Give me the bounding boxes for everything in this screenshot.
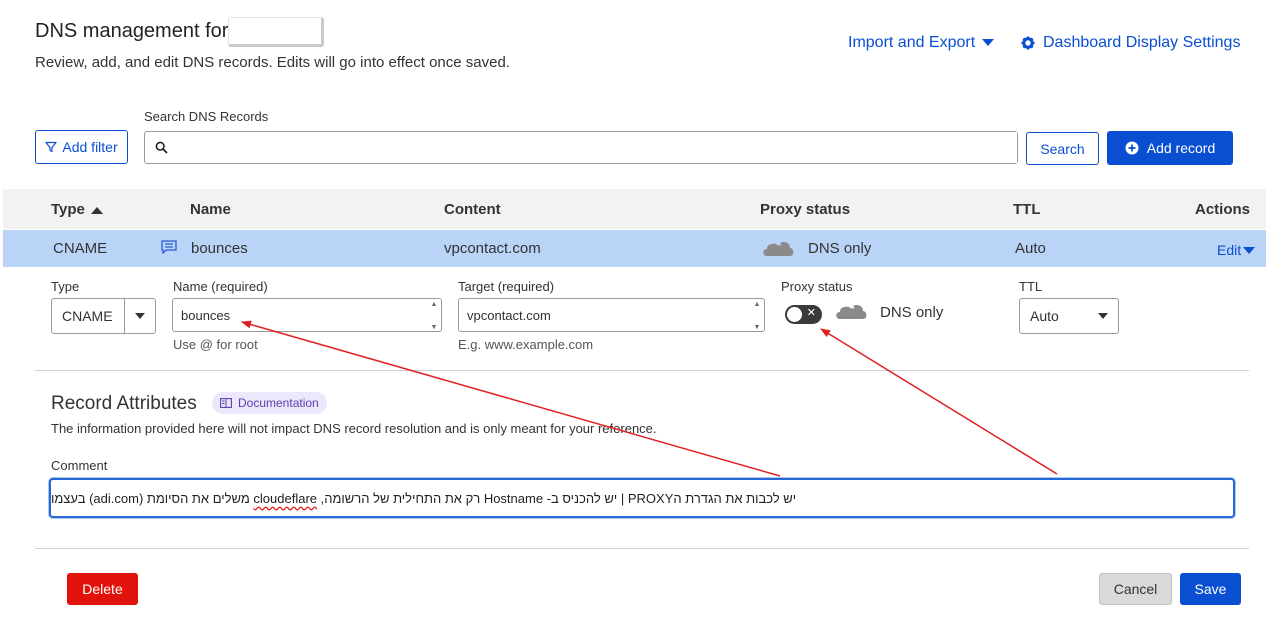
comment-text-part1: יש לכבות את הגדרת הPROXY | יש להכניס ב- …: [317, 490, 797, 506]
row-name: bounces: [191, 240, 248, 257]
name-input-value: bounces: [181, 307, 231, 323]
toggle-knob: [787, 307, 802, 322]
column-type-label: Type: [51, 201, 85, 218]
search-input[interactable]: [174, 132, 1017, 163]
ttl-select[interactable]: Auto: [1019, 298, 1119, 334]
cloud-grey-icon: [762, 241, 794, 256]
type-label: Type: [51, 279, 80, 294]
dashboard-settings-label: Dashboard Display Settings: [1043, 34, 1241, 51]
dashboard-settings-link[interactable]: Dashboard Display Settings: [1021, 34, 1240, 52]
row-proxy-status: DNS only: [808, 240, 872, 257]
name-hint: Use @ for root: [173, 337, 258, 352]
comment-text: יש לכבות את הגדרת הPROXY | יש להכניס ב- …: [51, 491, 796, 506]
type-select-value: CNAME: [62, 308, 113, 324]
target-input-value: vpcontact.com: [467, 307, 551, 323]
column-name-header[interactable]: Name: [190, 201, 231, 218]
annotation-arrow-proxy: [820, 328, 1058, 475]
search-icon: [155, 141, 168, 154]
row-type: CNAME: [53, 240, 108, 257]
comment-label: Comment: [51, 458, 108, 473]
row-content: vpcontact.com: [444, 240, 541, 257]
caret-down-icon: [1243, 246, 1256, 254]
column-actions-header: Actions: [1195, 201, 1251, 218]
sort-ascending-icon: [90, 206, 103, 214]
comment-text-part3: משלים את הסיומת (adi.com) בעצמו: [51, 490, 254, 506]
comment-field[interactable]: יש לכבות את הגדרת הPROXY | יש להכניס ב- …: [49, 478, 1235, 518]
column-content-header[interactable]: Content: [444, 201, 501, 218]
proxy-status-value: DNS only: [880, 304, 944, 321]
add-filter-button[interactable]: Add filter: [35, 130, 128, 164]
chevron-down-icon: [1098, 313, 1108, 319]
delete-button[interactable]: Delete: [67, 573, 138, 605]
search-button[interactable]: Search: [1026, 132, 1099, 165]
column-ttl-header[interactable]: TTL: [1013, 201, 1041, 218]
add-filter-label: Add filter: [62, 139, 118, 155]
page-subtitle: Review, add, and edit DNS records. Edits…: [35, 54, 510, 71]
add-record-button[interactable]: Add record: [1107, 131, 1233, 165]
name-label: Name (required): [173, 279, 268, 294]
target-label: Target (required): [458, 279, 555, 294]
comment-text-misspelled: cloudeflare: [253, 490, 318, 506]
type-select-arrow[interactable]: [124, 299, 155, 333]
edit-label: Edit: [1217, 242, 1242, 258]
row-ttl: Auto: [1015, 240, 1046, 257]
record-attributes-title: Record Attributes: [51, 393, 197, 414]
search-label: Search DNS Records: [144, 109, 269, 124]
book-icon: [220, 398, 232, 408]
search-field[interactable]: [144, 131, 1018, 164]
target-field[interactable]: vpcontact.com ▲ ▼: [458, 298, 765, 332]
filter-icon: [45, 141, 57, 153]
edit-row-button[interactable]: Edit: [1217, 242, 1256, 258]
ttl-label: TTL: [1019, 279, 1043, 294]
cancel-button[interactable]: Cancel: [1099, 573, 1172, 605]
target-spinner[interactable]: ▲ ▼: [752, 301, 762, 331]
proxy-toggle[interactable]: ✕: [785, 305, 822, 324]
name-spinner[interactable]: ▲ ▼: [429, 301, 439, 331]
documentation-label: Documentation: [238, 396, 319, 410]
name-field[interactable]: bounces ▲ ▼: [172, 298, 442, 332]
divider: [35, 548, 1249, 549]
gear-icon: [1021, 36, 1035, 50]
proxy-status-label: Proxy status: [781, 279, 853, 294]
caret-down-icon: [982, 39, 995, 46]
plus-circle-icon: [1125, 141, 1139, 155]
column-type-header[interactable]: Type: [51, 201, 103, 218]
import-export-label: Import and Export: [848, 34, 976, 51]
column-proxy-header[interactable]: Proxy status: [760, 201, 850, 218]
redacted-domain-box: [228, 17, 324, 47]
cloud-grey-icon: [835, 304, 867, 319]
comment-icon: [161, 240, 177, 254]
documentation-badge[interactable]: Documentation: [212, 392, 327, 414]
add-record-label: Add record: [1146, 140, 1216, 156]
type-select[interactable]: CNAME: [51, 298, 156, 334]
attributes-description: The information provided here will not i…: [51, 421, 657, 436]
import-export-link[interactable]: Import and Export: [848, 34, 995, 52]
chevron-down-icon: [135, 313, 145, 319]
divider: [35, 370, 1249, 371]
target-hint: E.g. www.example.com: [458, 337, 594, 352]
close-icon: ✕: [806, 307, 816, 319]
save-button[interactable]: Save: [1180, 573, 1241, 605]
page-title: DNS management for: [35, 20, 229, 42]
ttl-select-value: Auto: [1030, 308, 1059, 324]
